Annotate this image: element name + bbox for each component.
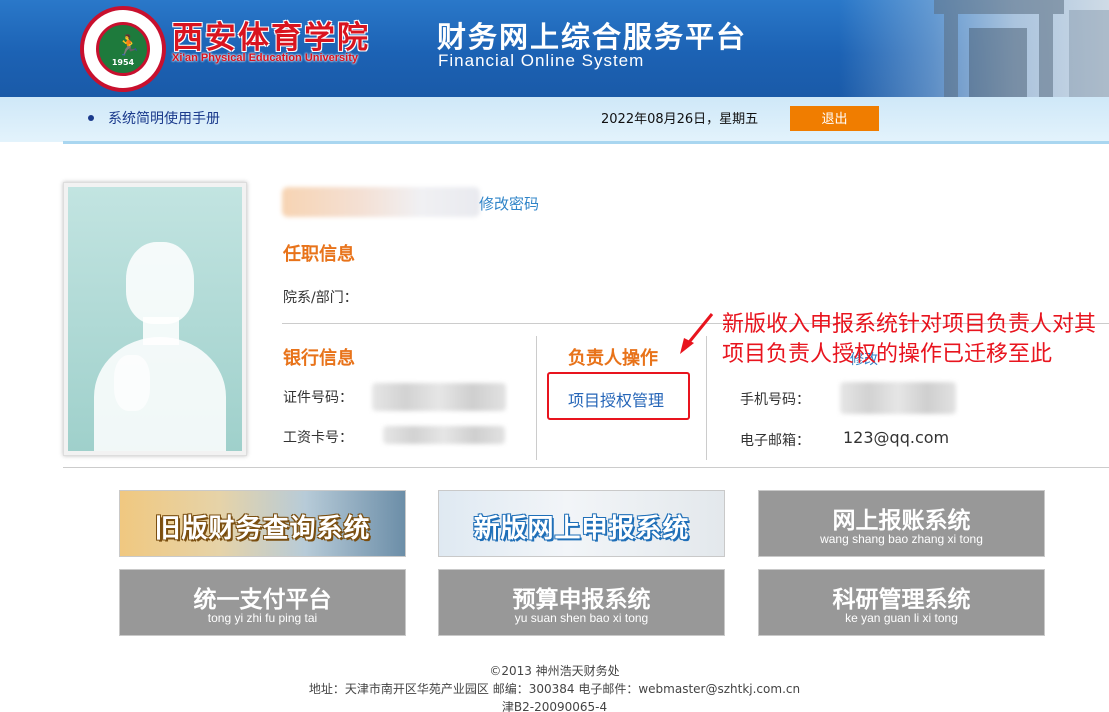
footer-copyright: ©2013 神州浩天财务处 xyxy=(489,664,620,678)
logo-year: 1954 xyxy=(111,58,135,67)
job-info-title: 任职信息 xyxy=(283,244,355,265)
user-avatar xyxy=(63,182,247,456)
bullet-icon xyxy=(88,115,94,121)
module-pinyin: ke yan guan li xi tong xyxy=(845,611,958,625)
salary-card-redacted xyxy=(383,426,505,444)
module-new-online-declaration[interactable]: 新版网上申报系统 xyxy=(438,490,725,557)
module-online-reimbursement[interactable]: 网上报账系统 wang shang bao zhang xi tong xyxy=(758,490,1045,557)
module-old-finance-query[interactable]: 旧版财务查询系统 xyxy=(119,490,406,557)
module-title: 预算申报系统 xyxy=(512,587,651,613)
page: 🏃 1954 西安体育学院 Xi'an Physical Education U… xyxy=(0,0,1109,712)
school-emblem: 🏃 1954 xyxy=(96,22,150,76)
column-divider-1 xyxy=(536,336,537,460)
id-number-label: 证件号码： xyxy=(283,390,353,406)
change-password-link[interactable]: 修改密码 xyxy=(479,193,539,214)
module-unified-payment[interactable]: 统一支付平台 tong yi zhi fu ping tai xyxy=(119,569,406,636)
runner-icon: 🏃 xyxy=(116,33,141,57)
module-title: 统一支付平台 xyxy=(193,587,332,613)
phone-label: 手机号码： xyxy=(740,392,810,408)
phone-redacted xyxy=(840,382,956,414)
user-name-redacted xyxy=(282,187,480,217)
annotation-text: 新版收入申报系统针对项目负责人对其项目负责人授权的操作已迁移至此 xyxy=(722,312,1097,367)
manager-ops-title: 负责人操作 xyxy=(568,348,658,369)
header-banner: 🏃 1954 西安体育学院 Xi'an Physical Education U… xyxy=(0,0,1109,97)
module-pinyin: tong yi zhi fu ping tai xyxy=(207,611,318,625)
module-title: 科研管理系统 xyxy=(832,587,971,613)
module-research-management[interactable]: 科研管理系统 ke yan guan li xi tong xyxy=(758,569,1045,636)
campus-building-photo xyxy=(839,0,1109,97)
platform-title-cn: 财务网上综合服务平台 xyxy=(437,20,748,54)
module-pinyin: yu suan shen bao xi tong xyxy=(514,611,649,625)
current-date: 2022年08月26日，星期五 xyxy=(601,112,759,127)
nav-divider xyxy=(63,141,1109,144)
school-name-en: Xi'an Physical Education University xyxy=(172,52,359,64)
module-title: 网上报账系统 xyxy=(832,508,971,534)
footer-license: 津B2-20090065-4 xyxy=(501,700,608,712)
module-title: 旧版财务查询系统 xyxy=(154,514,371,544)
project-auth-link[interactable]: 项目授权管理 xyxy=(568,387,664,411)
annotation-arrow-icon xyxy=(680,313,714,354)
user-manual-link[interactable]: 系统简明使用手册 xyxy=(108,108,220,128)
school-logo: 🏃 1954 xyxy=(80,6,166,92)
module-budget-declaration[interactable]: 预算申报系统 yu suan shen bao xi tong xyxy=(438,569,725,636)
avatar-silhouette xyxy=(68,187,242,451)
module-title: 新版网上申报系统 xyxy=(473,514,690,544)
footer-address: 地址：天津市南开区华苑产业园区 邮编：300384 电子邮件：webmaster… xyxy=(308,682,801,696)
module-pinyin: wang shang bao zhang xi tong xyxy=(820,532,983,546)
content-divider xyxy=(63,467,1109,468)
nav-bar: 系统简明使用手册 2022年08月26日，星期五 退出 xyxy=(0,97,1109,142)
bank-info-title: 银行信息 xyxy=(283,348,355,369)
email-value: 123@qq.com xyxy=(843,428,950,447)
department-label: 院系/部门： xyxy=(283,290,358,306)
platform-title-en: Financial Online System xyxy=(438,51,645,70)
school-name-cn: 西安体育学院 xyxy=(172,20,370,56)
email-label: 电子邮箱： xyxy=(740,433,810,449)
id-number-redacted xyxy=(372,383,506,411)
logout-button[interactable]: 退出 xyxy=(790,106,879,131)
salary-card-label: 工资卡号： xyxy=(283,430,353,446)
